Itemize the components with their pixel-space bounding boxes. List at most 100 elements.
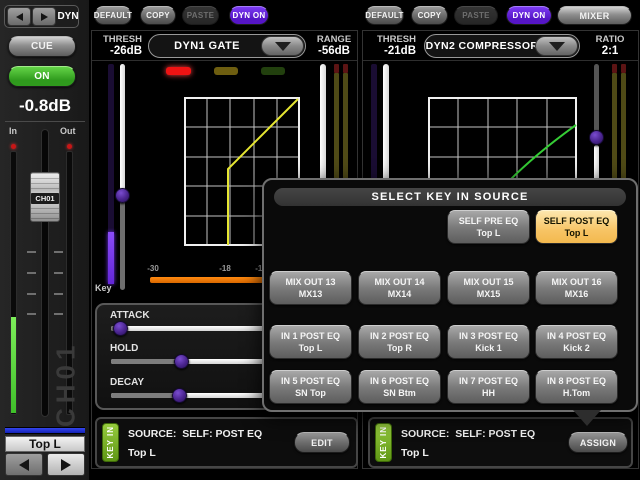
key-source-option[interactable]: IN 5 POST EQ SN Top [269, 370, 352, 404]
hold-slider-fill [111, 359, 175, 364]
dyn1-thresh-slider-lower[interactable] [120, 197, 125, 290]
dyn2-ratio-value: 2:1 [601, 45, 619, 57]
dyn1-type-dropdown[interactable]: DYN1 GATE [148, 34, 306, 58]
dyn1-default-button[interactable]: DEFAULT [94, 6, 132, 25]
dyn2-keyin-source: SOURCE: SELF: POST EQ [401, 428, 536, 440]
key-source-option[interactable]: MIX OUT 13 MX13 [269, 271, 352, 305]
attack-knob[interactable] [113, 321, 128, 336]
dyn1-thresh-label: THRESH [102, 34, 142, 45]
dyn2-ratio-slider-upper[interactable] [594, 64, 599, 132]
fader-cap-label: CH01 [31, 193, 59, 204]
decay-knob[interactable] [172, 388, 187, 403]
key-in-meter [108, 64, 114, 284]
option-line2: Top L [476, 228, 501, 238]
divider [5, 121, 85, 122]
scale-tick--30: -30 [147, 264, 159, 273]
prev-page-button[interactable] [5, 453, 43, 476]
dyn1-range-label: RANGE [316, 34, 352, 45]
divider [363, 60, 638, 61]
dyn-tab-label: DYN [57, 11, 79, 22]
dyn1-keyin-source: SOURCE: SELF: POST EQ [128, 428, 263, 440]
dyn1-range-value: -56dB [318, 45, 350, 57]
dyn2-keyin-channel: Top L [401, 447, 429, 459]
gr-meter-top [612, 64, 617, 73]
gr-meter-top [343, 64, 348, 73]
gr-meter-top [334, 64, 339, 73]
option-line2: Kick 2 [563, 343, 590, 353]
decay-label: DECAY [110, 377, 145, 388]
keyin-tag: KEY IN [375, 423, 392, 462]
dyn2-paste-button[interactable]: PASTE [454, 6, 498, 25]
key-in-meter-fill [108, 232, 114, 284]
gate-hold-led [214, 67, 238, 75]
key-source-option[interactable]: IN 2 POST EQ Top R [358, 325, 441, 359]
option-line2: MX13 [298, 289, 323, 299]
dyn1-on-button[interactable]: DYN ON [229, 6, 269, 25]
key-source-option[interactable]: IN 6 POST EQ SN Btm [358, 370, 441, 404]
option-line2: SN Btm [383, 388, 416, 398]
dyn2-type-dropdown-button[interactable] [535, 36, 578, 56]
channel-strip: DYN CUE ON -0.8dB In Out CH01 CH01 Top L [0, 0, 90, 480]
key-source-option[interactable]: MIX OUT 14 MX14 [358, 271, 441, 305]
left-arrow-icon [19, 458, 29, 471]
key-source-option[interactable]: IN 4 POST EQ Kick 2 [535, 325, 618, 359]
keyin-tag-label: KEY IN [379, 426, 388, 459]
dyn2-default-button[interactable]: DEFAULT [365, 6, 404, 25]
mixer-button[interactable]: MIXER [557, 6, 632, 25]
gate-open-led [166, 67, 191, 75]
dyn2-copy-button[interactable]: COPY [411, 6, 448, 25]
option-line1: IN 7 POST EQ [458, 375, 518, 386]
key-source-option[interactable]: IN 3 POST EQ Kick 1 [447, 325, 530, 359]
next-channel-button[interactable] [32, 7, 56, 26]
on-button[interactable]: ON [8, 66, 76, 87]
divider [92, 60, 357, 61]
dyn2-type-dropdown[interactable]: DYN2 COMPRESSOR [424, 34, 580, 58]
dyn2-ratio-label: RATIO [595, 34, 625, 45]
dyn1-paste-button[interactable]: PASTE [182, 6, 219, 25]
dyn1-keyin-channel: Top L [128, 447, 156, 459]
dyn1-thresh-knob[interactable] [115, 188, 130, 203]
dyn2-type-value: DYN2 COMPRESSOR [425, 40, 539, 52]
key-source-option[interactable]: SELF PRE EQ Top L [447, 210, 530, 244]
dyn1-type-value: DYN1 GATE [174, 40, 240, 52]
gr-meter-top [621, 64, 626, 73]
dyn1-keyin-box: KEY IN SOURCE: SELF: POST EQ Top L EDIT [95, 417, 358, 468]
prev-channel-button[interactable] [7, 7, 31, 26]
option-line1: MIX OUT 14 [374, 276, 425, 287]
dyn2-thresh-label: THRESH [376, 34, 416, 45]
option-line2: MX14 [387, 289, 412, 299]
hold-knob[interactable] [174, 354, 189, 369]
option-line1: IN 6 POST EQ [369, 375, 429, 386]
popup-title: SELECT KEY IN SOURCE [274, 188, 626, 206]
dyn2-on-button[interactable]: DYN ON [506, 6, 552, 25]
dyn1-thresh-slider-upper[interactable] [120, 64, 125, 190]
key-source-option[interactable]: IN 7 POST EQ HH [447, 370, 530, 404]
keyin-edit-button[interactable]: EDIT [294, 432, 350, 453]
dyn1-thresh-value: -26dB [110, 45, 142, 57]
attack-label: ATTACK [110, 310, 150, 321]
option-line2: H.Tom [562, 388, 591, 398]
option-line1: MIX OUT 16 [551, 276, 602, 287]
fader-tick [54, 251, 63, 253]
in-level-meter [10, 151, 17, 415]
dyn2-ratio-knob[interactable] [589, 130, 604, 145]
dyn1-type-dropdown-button[interactable] [261, 36, 304, 56]
dyn1-copy-button[interactable]: COPY [140, 6, 176, 25]
next-page-button[interactable] [47, 453, 85, 476]
key-source-option[interactable]: MIX OUT 16 MX16 [535, 271, 618, 305]
channel-name-box: Top L [5, 436, 85, 452]
fader-cap[interactable]: CH01 [30, 172, 60, 222]
left-arrow-icon [15, 12, 23, 21]
option-line2: SN Top [295, 388, 326, 398]
keyin-assign-button[interactable]: ASSIGN [568, 432, 628, 453]
key-source-option[interactable]: IN 1 POST EQ Top L [269, 325, 352, 359]
right-arrow-icon [40, 12, 48, 21]
cue-button[interactable]: CUE [8, 36, 76, 57]
option-line2: Top L [298, 343, 323, 353]
option-line1: SELF POST EQ [543, 215, 610, 226]
key-source-option[interactable]: MIX OUT 15 MX15 [447, 271, 530, 305]
option-line1: MIX OUT 15 [463, 276, 514, 287]
key-source-option[interactable]: IN 8 POST EQ H.Tom [535, 370, 618, 404]
fader-tick [27, 313, 36, 315]
key-source-option-selected[interactable]: SELF POST EQ Top L [535, 210, 618, 244]
